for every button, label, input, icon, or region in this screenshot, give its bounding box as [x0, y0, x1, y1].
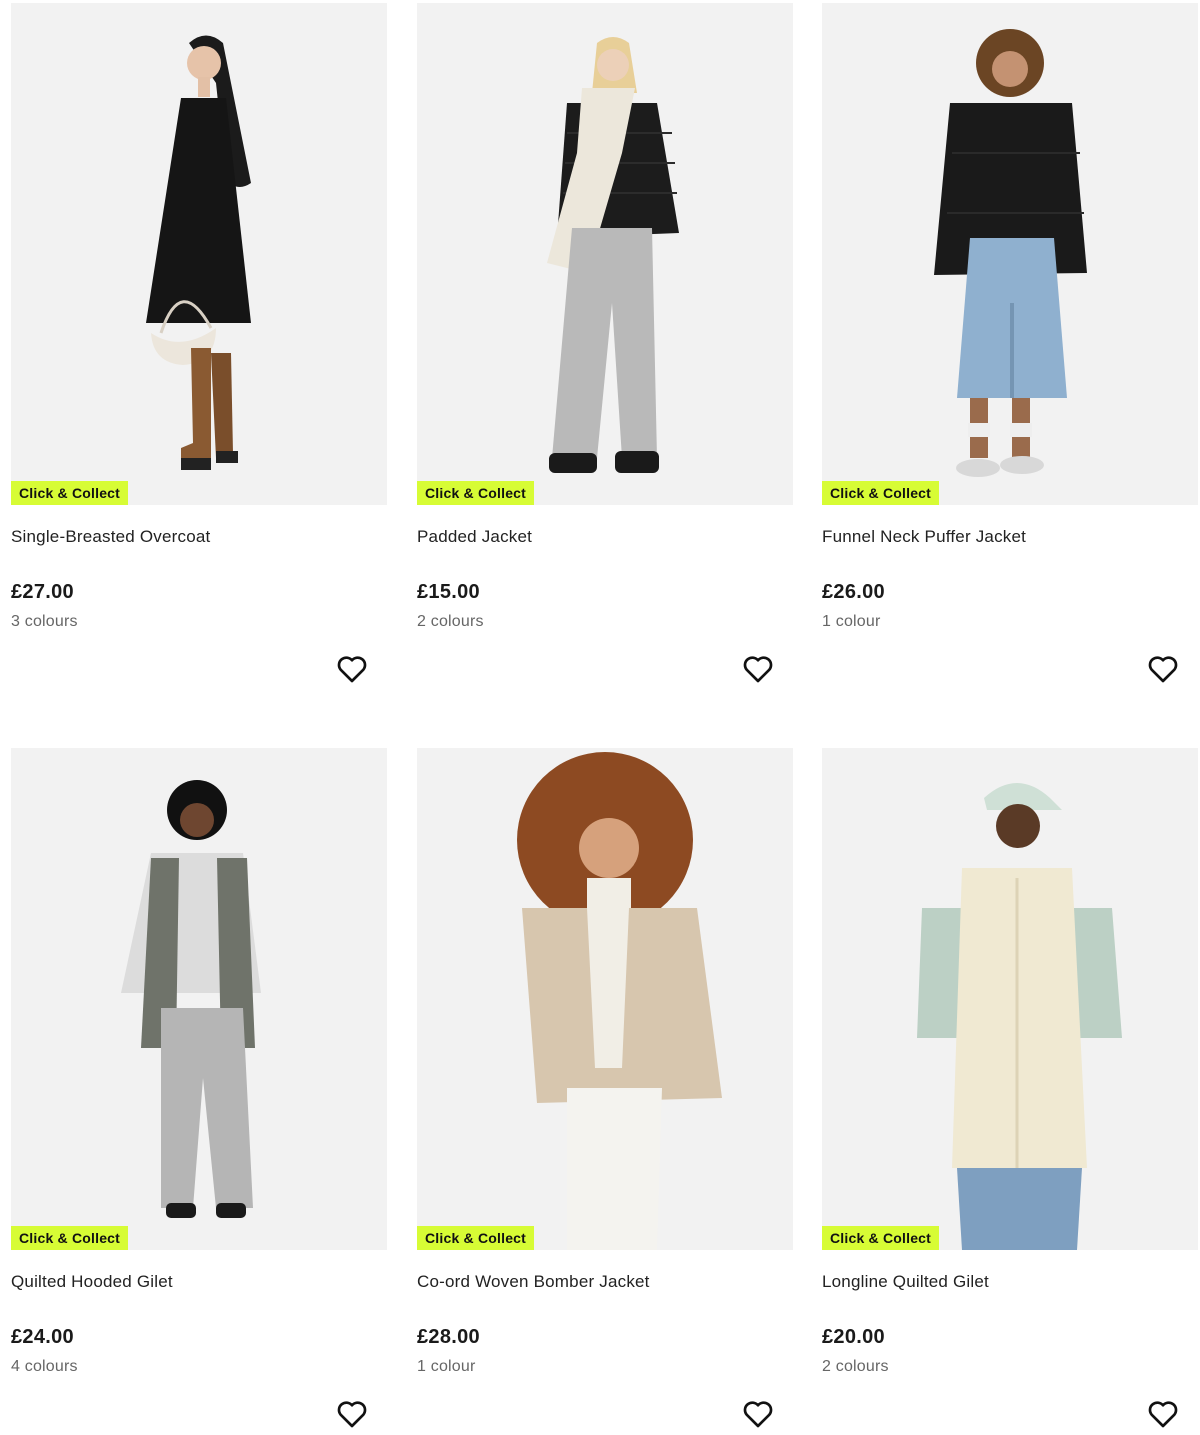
product-name[interactable]: Single-Breasted Overcoat — [11, 527, 210, 547]
product-price: £28.00 — [417, 1326, 480, 1348]
product-price: £15.00 — [417, 581, 480, 603]
product-name[interactable]: Co-ord Woven Bomber Jacket — [417, 1272, 650, 1292]
heart-outline-icon[interactable] — [1147, 653, 1179, 685]
product-price: £20.00 — [822, 1326, 885, 1348]
product-name[interactable]: Quilted Hooded Gilet — [11, 1272, 173, 1292]
click-collect-badge: Click & Collect — [822, 1226, 940, 1250]
product-colours: 4 colours — [11, 1358, 78, 1375]
product-price: £26.00 — [822, 581, 885, 603]
product-image[interactable]: Click & Collect — [822, 748, 1198, 1250]
product-colours: 2 colours — [417, 613, 484, 630]
product-image[interactable]: Click & Collect — [822, 3, 1198, 505]
product-image[interactable]: Click & Collect — [11, 3, 387, 505]
product-colours: 1 colour — [822, 613, 881, 630]
click-collect-badge: Click & Collect — [11, 481, 129, 505]
product-price: £24.00 — [11, 1326, 74, 1348]
product-name[interactable]: Padded Jacket — [417, 527, 532, 547]
product-name[interactable]: Longline Quilted Gilet — [822, 1272, 989, 1292]
heart-outline-icon[interactable] — [336, 653, 368, 685]
click-collect-badge: Click & Collect — [11, 1226, 129, 1250]
click-collect-badge: Click & Collect — [417, 1226, 535, 1250]
product-image[interactable]: Click & Collect — [417, 748, 793, 1250]
product-colours: 1 colour — [417, 1358, 476, 1375]
heart-outline-icon[interactable] — [742, 1398, 774, 1430]
product-colours: 2 colours — [822, 1358, 889, 1375]
product-name[interactable]: Funnel Neck Puffer Jacket — [822, 527, 1026, 547]
click-collect-badge: Click & Collect — [417, 481, 535, 505]
product-price: £27.00 — [11, 581, 74, 603]
product-image[interactable]: Click & Collect — [417, 3, 793, 505]
heart-outline-icon[interactable] — [742, 653, 774, 685]
click-collect-badge: Click & Collect — [822, 481, 940, 505]
product-colours: 3 colours — [11, 613, 78, 630]
heart-outline-icon[interactable] — [1147, 1398, 1179, 1430]
product-image[interactable]: Click & Collect — [11, 748, 387, 1250]
heart-outline-icon[interactable] — [336, 1398, 368, 1430]
